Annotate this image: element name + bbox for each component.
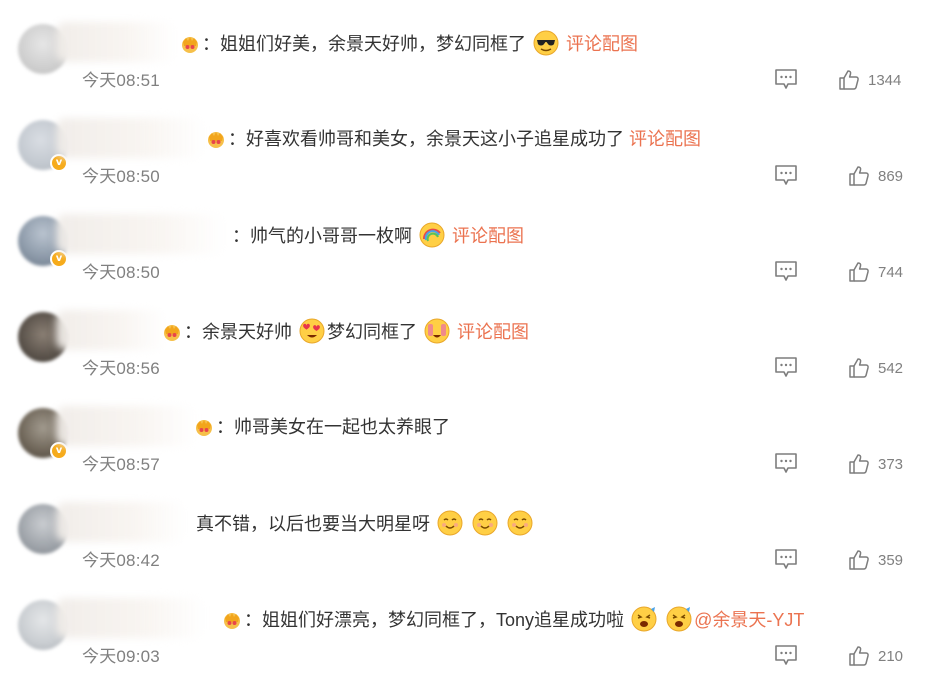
comment-timestamp: 今天08:50 <box>82 167 160 186</box>
like-button[interactable]: 1344 <box>838 67 901 93</box>
comment-timestamp: 今天09:03 <box>82 647 160 666</box>
comment-text: ：帅哥美女在一起也太养眼了 <box>194 414 450 440</box>
comment-timestamp: 今天08:56 <box>82 359 160 378</box>
fan-crown-icon <box>222 611 242 629</box>
comment-image-link[interactable]: 评论配图 <box>629 129 701 149</box>
comment-item: v ：帅哥美女在一起也太养眼了 今天08:57 373 <box>0 394 928 490</box>
like-count: 869 <box>878 167 904 185</box>
thumbs-up-icon <box>848 165 870 187</box>
comment-timestamp: 今天08:42 <box>82 551 160 570</box>
comment-image-link[interactable]: 评论配图 <box>457 322 529 342</box>
comment-timestamp: 今天08:51 <box>82 71 160 90</box>
comment-body: ：帅哥美女在一起也太养眼了 <box>216 417 450 437</box>
rainbow-emoji-icon <box>419 222 445 248</box>
comment-text: ：帅气的小哥哥一枚啊 评论配图 <box>232 222 524 249</box>
username-blurred[interactable] <box>56 406 196 446</box>
like-count: 359 <box>878 551 904 569</box>
comment-item: v ：帅气的小哥哥一枚啊 评论配图 今天08:50 744 <box>0 202 928 298</box>
username-blurred[interactable] <box>56 214 226 254</box>
fan-crown-icon <box>206 130 226 148</box>
smile-emoji-icon <box>507 510 533 536</box>
reply-comment-icon[interactable] <box>774 260 798 282</box>
comment-list: ：姐姐们好美，余景天好帅，梦幻同框了 评论配图 今天08:51 1344 v ：… <box>0 0 928 676</box>
like-button[interactable]: 744 <box>848 259 903 285</box>
reply-comment-icon[interactable] <box>774 452 798 474</box>
smile-emoji-icon <box>472 510 498 536</box>
like-count: 210 <box>878 647 904 665</box>
comment-body: ：姐姐们好漂亮，梦幻同框了，Tony追星成功啦 <box>244 610 625 630</box>
reply-comment-icon[interactable] <box>774 164 798 186</box>
thumbs-up-icon <box>848 645 870 667</box>
comment-body: 真不错，以后也要当大明星呀 <box>196 514 430 534</box>
cheering-emoji-icon <box>631 606 657 632</box>
comment-text: ：好喜欢看帅哥和美女，余景天这小子追星成功了 评论配图 <box>206 126 701 152</box>
reply-comment-icon[interactable] <box>774 644 798 666</box>
username-blurred[interactable] <box>56 310 166 350</box>
like-button[interactable]: 359 <box>848 547 903 573</box>
mention-link[interactable]: @余景天-YJT <box>694 610 804 630</box>
thumbs-up-icon <box>848 549 870 571</box>
comment-text: ：姐姐们好漂亮，梦幻同框了，Tony追星成功啦 @余景天-YJT <box>222 606 804 633</box>
cheering-emoji-icon <box>666 606 692 632</box>
comment-body: ：帅气的小哥哥一枚啊 <box>232 226 412 246</box>
username-blurred[interactable] <box>56 598 206 638</box>
comment-text: 真不错，以后也要当大明星呀 <box>196 510 535 537</box>
like-button[interactable]: 210 <box>848 643 903 669</box>
comment-body: ：好喜欢看帅哥和美女，余景天这小子追星成功了 <box>228 129 624 149</box>
comment-timestamp: 今天08:50 <box>82 263 160 282</box>
username-blurred[interactable] <box>56 502 186 542</box>
like-button[interactable]: 542 <box>848 355 903 381</box>
starstruck-emoji-icon <box>424 318 450 344</box>
thumbs-up-icon <box>848 261 870 283</box>
cool-sunglasses-emoji-icon <box>533 30 559 56</box>
comment-image-link[interactable]: 评论配图 <box>566 34 638 54</box>
comment-item: 真不错，以后也要当大明星呀 今天08:42 359 <box>0 490 928 586</box>
comment-item: ：余景天好帅 梦幻同框了 评论配图 今天08:56 542 <box>0 298 928 394</box>
reply-comment-icon[interactable] <box>774 356 798 378</box>
like-button[interactable]: 869 <box>848 163 903 189</box>
reply-comment-icon[interactable] <box>774 68 798 90</box>
comment-timestamp: 今天08:57 <box>82 455 160 474</box>
comment-item: v ：好喜欢看帅哥和美女，余景天这小子追星成功了 评论配图 今天08:50 86… <box>0 106 928 202</box>
comment-text: ：余景天好帅 梦幻同框了 评论配图 <box>162 318 529 345</box>
comment-text: ：姐姐们好美，余景天好帅，梦幻同框了 评论配图 <box>180 30 638 57</box>
comment-body: ：姐姐们好美，余景天好帅，梦幻同框了 <box>202 34 526 54</box>
username-blurred[interactable] <box>56 118 206 158</box>
reply-comment-icon[interactable] <box>774 548 798 570</box>
comment-item: ：姐姐们好漂亮，梦幻同框了，Tony追星成功啦 @余景天-YJT 今天09:03… <box>0 586 928 676</box>
thumbs-up-icon <box>848 453 870 475</box>
like-count: 1344 <box>868 71 902 89</box>
like-count: 744 <box>878 263 904 281</box>
comment-body: ：余景天好帅 <box>184 322 292 342</box>
comment-image-link[interactable]: 评论配图 <box>452 226 524 246</box>
like-count: 373 <box>878 455 904 473</box>
smile-emoji-icon <box>437 510 463 536</box>
fan-crown-icon <box>180 35 200 53</box>
fan-crown-icon <box>194 418 214 436</box>
like-count: 542 <box>878 359 904 377</box>
username-blurred[interactable] <box>56 22 176 62</box>
thumbs-up-icon <box>848 357 870 379</box>
fan-crown-icon <box>162 323 182 341</box>
comment-body-continued: 梦幻同框了 <box>327 322 418 342</box>
heart-eyes-emoji-icon <box>299 318 325 344</box>
comment-item: ：姐姐们好美，余景天好帅，梦幻同框了 评论配图 今天08:51 1344 <box>0 10 928 106</box>
like-button[interactable]: 373 <box>848 451 903 477</box>
thumbs-up-icon <box>838 69 860 91</box>
